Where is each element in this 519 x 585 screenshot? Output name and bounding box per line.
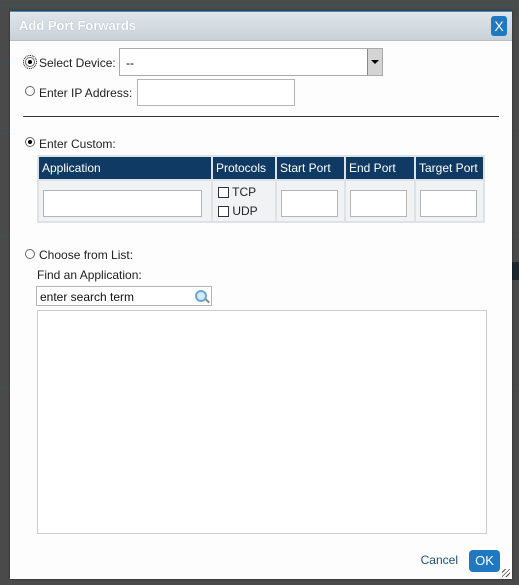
section-divider — [23, 116, 499, 117]
udp-label: UDP — [232, 204, 258, 218]
resize-grip-icon[interactable] — [502, 569, 510, 577]
column-header: Start Port — [277, 157, 344, 179]
enter-custom-label: Enter Custom: — [39, 137, 116, 151]
application-search-input[interactable]: enter search term — [36, 286, 212, 306]
device-select[interactable]: -- — [119, 48, 383, 76]
ip-address-input[interactable] — [137, 79, 295, 106]
dialog-title: Add Port Forwards — [19, 18, 137, 33]
enter-ip-radio[interactable] — [25, 86, 35, 96]
enter-custom-radio[interactable] — [25, 137, 35, 147]
column-header: Protocols — [213, 157, 275, 179]
choose-list-radio[interactable] — [25, 249, 35, 259]
column-header: End Port — [346, 157, 414, 179]
find-application-label: Find an Application: — [37, 268, 142, 282]
custom-port-table: Application Protocols Start Port End Por… — [37, 155, 485, 223]
add-port-forwards-dialog: Add Port Forwards X Select Device: -- En… — [10, 11, 512, 579]
dialog-titlebar[interactable]: Add Port Forwards X — [10, 12, 512, 41]
device-select-value: -- — [126, 56, 134, 70]
choose-list-label: Choose from List: — [39, 248, 134, 262]
tcp-label: TCP — [232, 185, 257, 199]
column-header: Application — [39, 157, 211, 179]
background-line — [0, 5, 519, 6]
tcp-checkbox[interactable] — [218, 187, 229, 199]
end-port-input[interactable] — [350, 190, 407, 217]
close-button[interactable]: X — [491, 16, 507, 36]
search-icon[interactable] — [195, 290, 207, 302]
column-header: Target Port — [416, 157, 483, 179]
cancel-button[interactable]: Cancel — [421, 553, 458, 567]
select-device-radio[interactable] — [23, 55, 37, 69]
application-list[interactable] — [37, 310, 487, 534]
application-input[interactable] — [43, 190, 202, 217]
search-input-text: enter search term — [40, 290, 135, 304]
select-device-label: Select Device: — [39, 56, 116, 70]
start-port-input[interactable] — [281, 190, 338, 217]
chevron-down-icon[interactable] — [367, 49, 382, 75]
udp-checkbox[interactable] — [218, 206, 229, 218]
enter-ip-label: Enter IP Address: — [39, 86, 133, 100]
target-port-input[interactable] — [420, 190, 477, 217]
ok-button[interactable]: OK — [469, 550, 500, 572]
